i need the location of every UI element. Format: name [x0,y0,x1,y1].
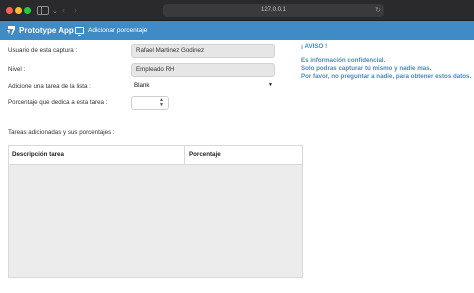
percent-label: Porcentaje que dedica a esta tarea : [8,99,108,106]
back-arrow-icon[interactable]: ‹ [62,5,65,16]
alert-line-3: Por favor, no preguntar a nadie, para ob… [301,73,472,80]
table-caption: Tareas adicionadas y sus porcentajes : [8,129,115,136]
minimize-window-button[interactable] [15,7,22,14]
stepper-arrows-icon[interactable]: ▲ ▼ [159,98,164,108]
percent-input[interactable]: ▲ ▼ [131,96,169,110]
sidebar-toggle-icon[interactable] [37,6,49,15]
close-window-button[interactable] [6,7,13,14]
monitor-icon [75,27,84,36]
reload-icon[interactable]: ↻ [375,4,381,17]
task-select-label: Adicione una tarea de la lista : [8,83,91,90]
add-percentage-nav-link[interactable]: Adicionar porcentaje [75,25,147,36]
alert-line-1: Es información confidencial. [301,57,386,64]
maximize-window-button[interactable] [24,7,31,14]
task-select[interactable]: Blank ▼ [131,80,275,91]
add-percentage-label: Adicionar porcentaje [88,27,148,34]
brand-logo-icon [7,26,15,35]
app-window: ⌄ ‹ › 127.0.0.1 ↻ Prototype App Adiciona… [0,0,474,293]
task-select-value: Blank [134,82,150,89]
address-bar-url: 127.0.0.1 [260,7,287,13]
column-header-percentage[interactable]: Porcentaje [186,146,302,164]
user-field: Rafael Martinez Godinez [131,44,275,58]
tasks-table: Descripción tarea Porcentaje [8,145,303,278]
user-label: Usuario de esta captura : [8,47,78,54]
chevron-down-icon[interactable]: ⌄ [52,6,58,17]
alert-title: ¡ AVISO ! [301,43,328,50]
brand-name[interactable]: Prototype App [19,25,74,36]
table-header: Descripción tarea Porcentaje [9,146,302,165]
level-label: Nivel : [8,66,26,73]
browser-toolbar: ⌄ ‹ › 127.0.0.1 ↻ [0,0,474,21]
chevron-down-icon: ▼ [268,82,273,88]
level-field: Empleado RH [131,63,275,77]
address-bar[interactable]: 127.0.0.1 ↻ [163,4,384,17]
column-header-description[interactable]: Descripción tarea [9,146,185,164]
alert-line-2: Solo podras capturar tú mismo y nadie ma… [301,65,432,72]
forward-arrow-icon[interactable]: › [74,5,77,16]
app-navbar: Prototype App Adicionar porcentaje [0,21,474,40]
